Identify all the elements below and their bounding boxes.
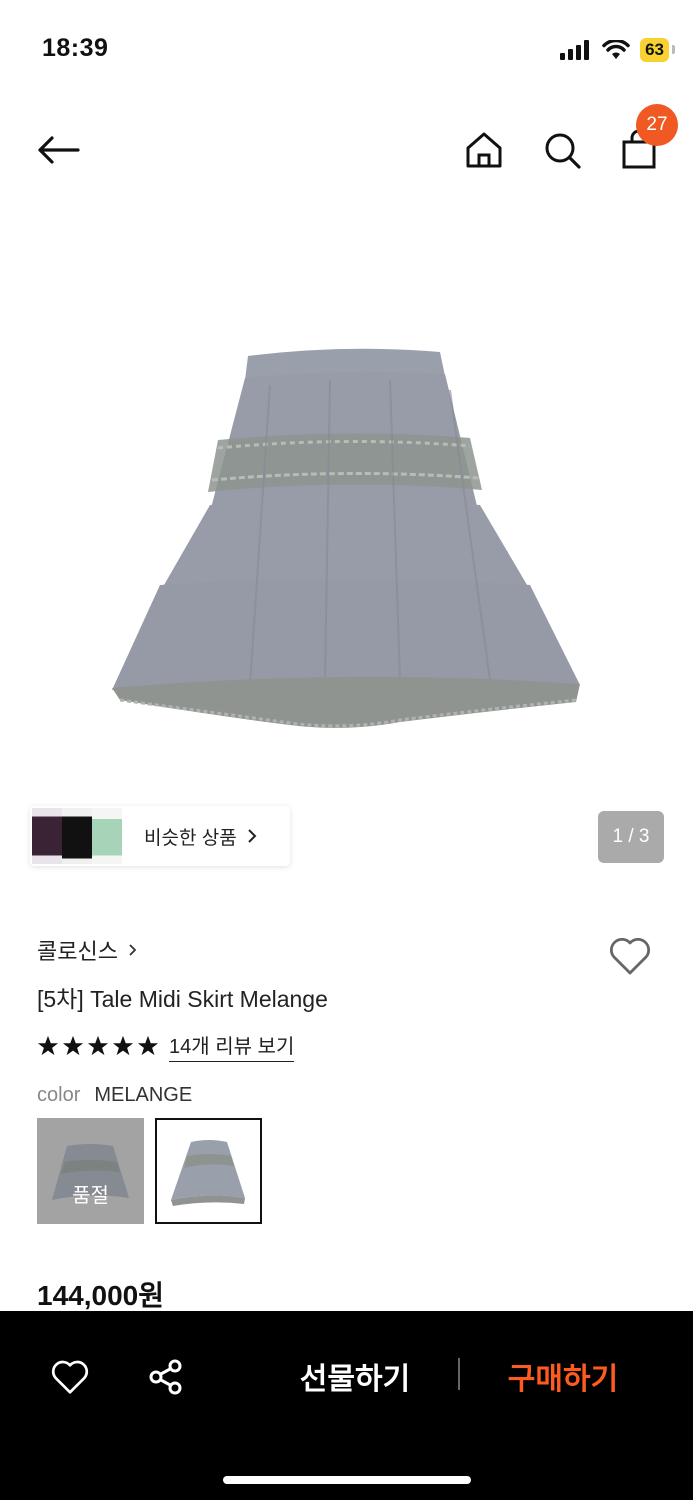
back-arrow-icon [38, 136, 80, 164]
home-button[interactable] [460, 126, 508, 174]
soldout-label: 품절 [72, 1185, 109, 1207]
rating-row: 14개 리뷰 보기 [37, 1030, 295, 1062]
star-rating [37, 1035, 159, 1057]
product-price: 144,000원 [37, 1280, 164, 1311]
brand-name: 콜로신스 [37, 939, 118, 964]
share-button[interactable] [142, 1353, 190, 1401]
heart-icon [609, 938, 651, 975]
chevron-right-icon [129, 944, 137, 956]
share-icon [149, 1359, 182, 1395]
status-bar: 18:39 63 [0, 0, 693, 100]
similar-label-wrap: 비슷한 상품 [144, 823, 257, 850]
star-icon [37, 1035, 59, 1056]
top-nav [0, 110, 693, 190]
star-icon [112, 1035, 134, 1056]
option-thumbnail [171, 1140, 245, 1206]
option-thumbnail [52, 1144, 129, 1200]
signal-icon [560, 40, 590, 60]
color-row: color MELANGE [37, 1084, 192, 1107]
wifi-icon [602, 40, 630, 59]
wishlist-button[interactable] [606, 932, 654, 980]
home-icon [466, 132, 502, 168]
star-icon [87, 1035, 109, 1056]
chevron-right-icon [247, 829, 257, 843]
status-icons: 63 [560, 38, 675, 62]
product-title: [5차] Tale Midi Skirt Melange [37, 986, 328, 1012]
similar-products-button[interactable]: 비슷한 상품 [30, 806, 290, 866]
product-image-gallery[interactable] [0, 200, 693, 890]
search-button[interactable] [538, 126, 586, 174]
gift-button[interactable]: 선물하기 [280, 1351, 430, 1401]
brand-link[interactable]: 콜로신스 [37, 934, 137, 966]
star-icon [62, 1035, 84, 1056]
similar-products-label: 비슷한 상품 [144, 827, 237, 849]
cart-count-badge: 27 [636, 104, 678, 146]
similar-thumb-mint [92, 808, 122, 864]
color-option-melange[interactable] [155, 1118, 262, 1224]
buy-button[interactable]: 구매하기 [488, 1351, 638, 1401]
bottom-action-bar: 선물하기 구매하기 [0, 1311, 693, 1500]
status-time: 18:39 [42, 34, 109, 62]
similar-thumb-purple [32, 808, 62, 864]
heart-icon [51, 1360, 89, 1394]
search-icon [545, 133, 581, 169]
similar-thumbnails [32, 808, 122, 864]
color-label: color [37, 1084, 81, 1106]
image-pager: 1 / 3 [598, 811, 664, 863]
home-indicator [223, 1476, 471, 1484]
product-image [112, 348, 580, 728]
battery-indicator: 63 [640, 38, 675, 62]
divider [458, 1358, 460, 1390]
star-icon [137, 1035, 159, 1056]
back-button[interactable] [34, 126, 82, 174]
similar-thumb-black [62, 808, 92, 864]
color-option-soldout[interactable]: 품절 [37, 1118, 144, 1224]
bottom-wishlist-button[interactable] [46, 1353, 94, 1401]
color-value: MELANGE [94, 1084, 193, 1106]
reviews-link[interactable]: 14개 리뷰 보기 [169, 1030, 295, 1062]
